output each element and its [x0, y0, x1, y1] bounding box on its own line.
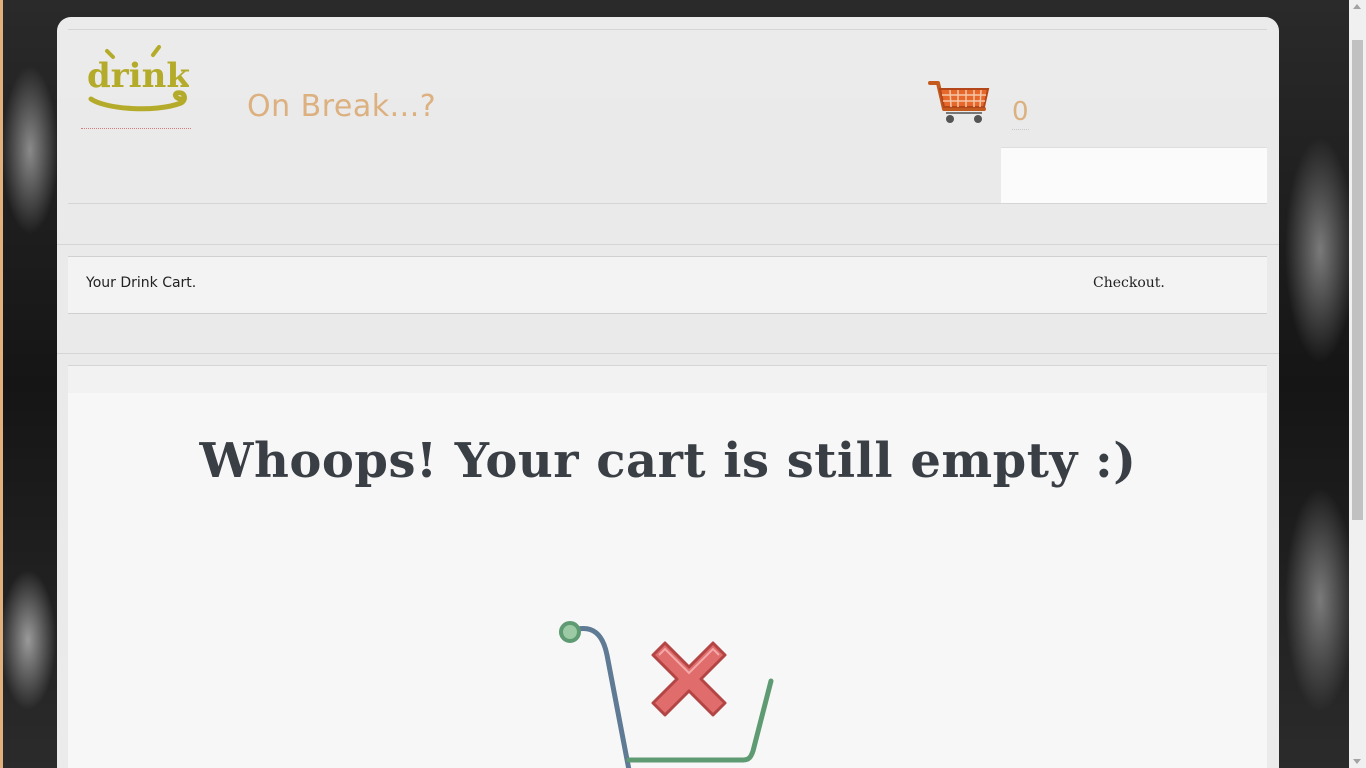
- empty-cart-icon: [559, 621, 774, 768]
- cart-nav-bar: Your Drink Cart. Checkout.: [68, 256, 1267, 314]
- divider: [68, 29, 1267, 30]
- window-edge: [0, 0, 3, 768]
- your-drink-cart-link[interactable]: Your Drink Cart.: [86, 275, 196, 291]
- page-scrollbar[interactable]: [1349, 0, 1366, 768]
- empty-cart-heading: Whoops! Your cart is still empty :): [199, 433, 1137, 489]
- logo-underline: [81, 128, 191, 129]
- cart-count-badge[interactable]: 0: [1012, 97, 1029, 130]
- red-x-icon: [651, 641, 727, 717]
- checkout-link[interactable]: Checkout.: [1093, 275, 1165, 291]
- cart-summary-box: [1001, 147, 1267, 203]
- divider: [57, 244, 1279, 245]
- site-tagline: On Break...?: [247, 89, 437, 124]
- shopping-cart-icon[interactable]: [928, 79, 992, 125]
- scroll-down-arrow-icon[interactable]: [1353, 759, 1361, 764]
- scroll-up-arrow-icon[interactable]: [1353, 4, 1361, 9]
- logo-text: drinks: [87, 56, 189, 96]
- section-strip: [68, 365, 1267, 394]
- divider: [57, 353, 1279, 354]
- drinks-logo: drinks: [87, 45, 189, 112]
- scrollbar-thumb[interactable]: [1352, 40, 1363, 520]
- page-panel: drinks On Break...? 0 Your Drink Cart. C…: [57, 17, 1279, 768]
- divider: [68, 203, 1267, 204]
